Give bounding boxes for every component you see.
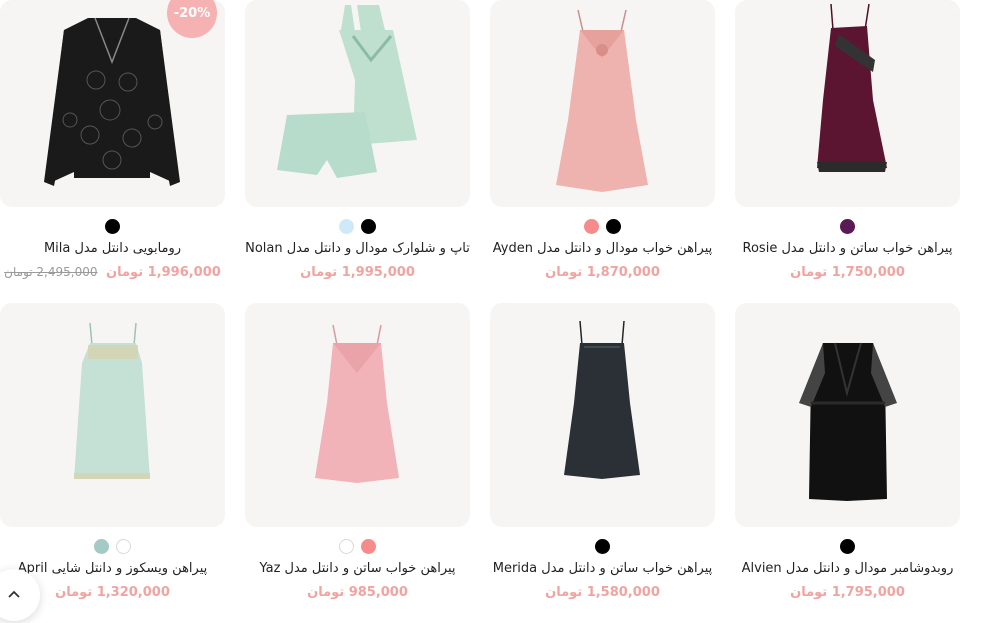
product-price: 1,580,000 تومان	[545, 585, 660, 600]
satin-slip-icon	[817, 3, 887, 172]
color-swatch-black[interactable]	[595, 539, 610, 554]
product-image[interactable]	[0, 303, 225, 527]
price-row: 1,996,000 تومان 2,495,000 تومان	[0, 265, 225, 280]
nightdress-icon	[556, 9, 648, 192]
product-price: 1,995,000 تومان	[300, 265, 415, 280]
scroll-to-top-button[interactable]	[0, 569, 40, 621]
color-swatches	[735, 539, 960, 554]
product-title[interactable]: پیراهن خواب ساتن و دانتل مدل Yaz	[245, 561, 470, 576]
product-title[interactable]: تاپ و شلوارک مودال و دانتل مدل Nolan	[245, 241, 470, 256]
slip-dress-icon	[74, 322, 150, 479]
product-title[interactable]: پیراهن خواب ساتن و دانتل مدل Rosie	[735, 241, 960, 256]
product-image[interactable]	[245, 0, 470, 207]
price-row: 1,580,000 تومان	[490, 585, 715, 600]
color-swatch-plum[interactable]	[840, 219, 855, 234]
color-swatches	[490, 219, 715, 234]
nightdress-icon	[315, 324, 399, 483]
color-swatch-black[interactable]	[840, 539, 855, 554]
color-swatch-coral[interactable]	[584, 219, 599, 234]
chevron-up-icon	[8, 590, 20, 598]
color-swatch-white[interactable]	[116, 539, 131, 554]
product-title[interactable]: پیراهن خواب ساتن و دانتل مدل Merida	[490, 561, 715, 576]
product-price: 1,996,000 تومان	[106, 265, 221, 280]
color-swatch-white[interactable]	[339, 539, 354, 554]
color-swatches	[490, 539, 715, 554]
product-image[interactable]	[245, 303, 470, 527]
product-title[interactable]: پیراهن ویسکوز و دانتل شایی April	[0, 561, 225, 576]
color-swatch-coral[interactable]	[361, 539, 376, 554]
color-swatches	[245, 219, 470, 234]
product-image[interactable]	[490, 303, 715, 527]
color-swatches	[0, 219, 225, 234]
price-row: 1,750,000 تومان	[735, 265, 960, 280]
price-row: 1,795,000 تومان	[735, 585, 960, 600]
price-row: 1,995,000 تومان	[245, 265, 470, 280]
product-price: 985,000 تومان	[307, 585, 408, 600]
price-row: 985,000 تومان	[245, 585, 470, 600]
product-price: 1,750,000 تومان	[790, 265, 905, 280]
old-price: 2,495,000 تومان	[4, 265, 98, 279]
product-title[interactable]: روبدوشامبر مودال و دانتل مدل Alvien	[735, 561, 960, 576]
satin-slip-icon	[564, 320, 640, 479]
product-price: 1,870,000 تومان	[545, 265, 660, 280]
product-image[interactable]	[490, 0, 715, 207]
price-row: 1,870,000 تومان	[490, 265, 715, 280]
kimono-robe-icon	[799, 342, 897, 501]
color-swatches	[0, 539, 225, 554]
color-swatches	[245, 539, 470, 554]
product-title[interactable]: رومابویی دانتل مدل Mila	[0, 241, 225, 256]
color-swatches	[735, 219, 960, 234]
color-swatch-sage[interactable]	[94, 539, 109, 554]
color-swatch-black[interactable]	[105, 219, 120, 234]
product-price: 1,320,000 تومان	[55, 585, 170, 600]
color-swatch-light-blue[interactable]	[339, 219, 354, 234]
product-title[interactable]: پیراهن خواب مودال و دانتل مدل Ayden	[490, 241, 715, 256]
product-price: 1,795,000 تومان	[790, 585, 905, 600]
product-image[interactable]	[735, 0, 960, 207]
product-image[interactable]	[735, 303, 960, 527]
top-shorts-set-icon	[277, 5, 417, 178]
color-swatch-black[interactable]	[361, 219, 376, 234]
color-swatch-black[interactable]	[606, 219, 621, 234]
